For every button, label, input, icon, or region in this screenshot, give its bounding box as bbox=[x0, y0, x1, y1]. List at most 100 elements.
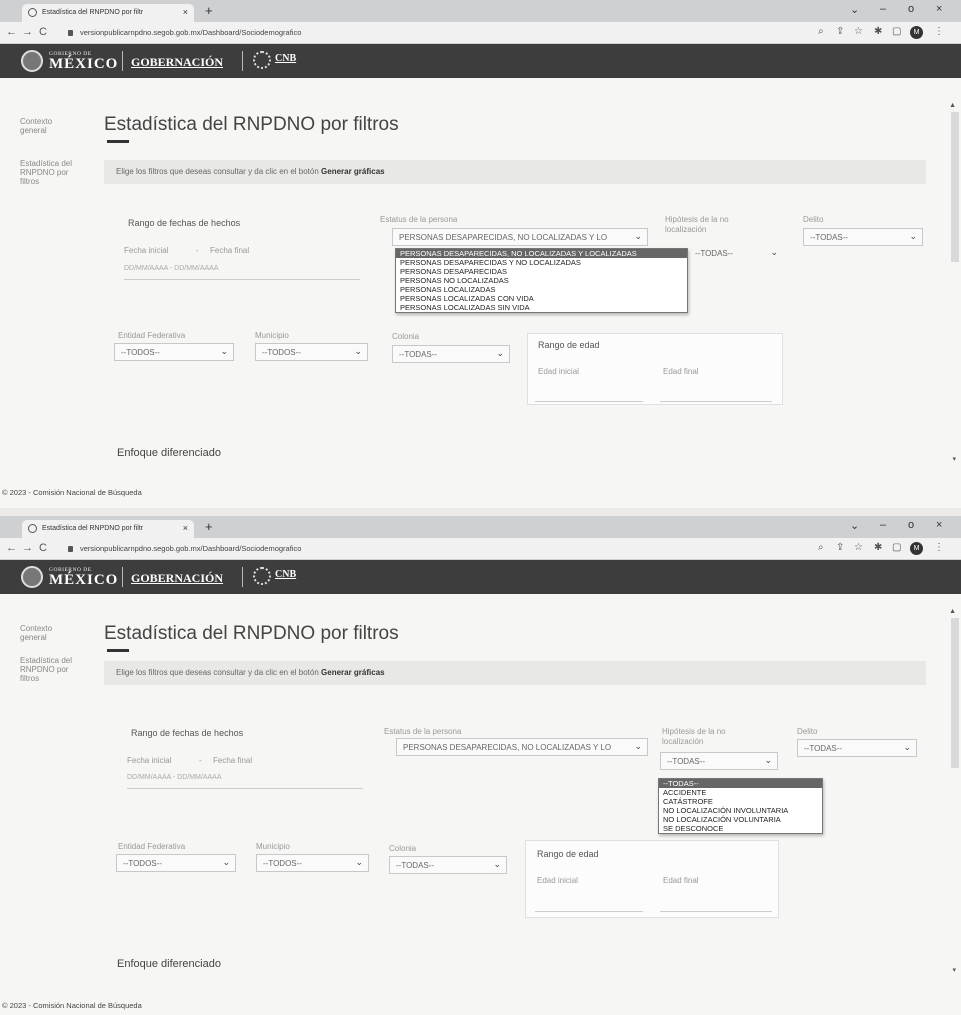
estatus-label: Estatus de la persona bbox=[384, 727, 462, 736]
restore-button[interactable]: o bbox=[908, 3, 914, 15]
sidebar-item-estadistica[interactable]: Estadística del RNPDNO por filtros bbox=[20, 656, 80, 684]
share-icon[interactable]: ⇪ bbox=[836, 26, 844, 37]
mexico-logo[interactable]: MÉXICO bbox=[49, 572, 118, 589]
fecha-separator: - bbox=[196, 246, 199, 255]
edad-inicial-input[interactable] bbox=[535, 382, 643, 402]
colonia-value: --TODAS-- bbox=[396, 861, 435, 870]
hipotesis-option[interactable]: CATÁSTROFE bbox=[659, 797, 822, 806]
estatus-option[interactable]: PERSONAS LOCALIZADAS CON VIDA bbox=[396, 294, 687, 303]
hipotesis-option[interactable]: NO LOCALIZACIÓN VOLUNTARIA bbox=[659, 815, 822, 824]
sidepanel-icon[interactable]: ▢ bbox=[892, 542, 901, 553]
rango-edad-heading: Rango de edad bbox=[538, 340, 600, 350]
scroll-up-icon[interactable]: ▲ bbox=[949, 102, 956, 109]
edad-final-label: Edad final bbox=[663, 876, 699, 885]
new-tab-button[interactable]: + bbox=[205, 3, 213, 18]
url-field[interactable]: versionpublicarnpdno.segob.gob.mx/Dashbo… bbox=[80, 28, 301, 37]
back-icon[interactable]: ← bbox=[6, 26, 17, 38]
estatus-option[interactable]: PERSONAS DESAPARECIDAS Y NO LOCALIZADAS bbox=[396, 258, 687, 267]
edad-final-input[interactable] bbox=[660, 382, 772, 402]
zoom-icon[interactable]: ⌕ bbox=[818, 542, 824, 553]
fecha-range-input[interactable]: DD/MM/AAAA - DD/MM/AAAA bbox=[124, 260, 360, 280]
delito-select[interactable]: --TODAS-- ⌄ bbox=[803, 228, 923, 246]
hipotesis-option[interactable]: --TODAS-- bbox=[659, 779, 822, 788]
municipio-select[interactable]: --TODOS-- ⌄ bbox=[255, 343, 368, 361]
estatus-option[interactable]: PERSONAS DESAPARECIDAS bbox=[396, 267, 687, 276]
edad-final-input[interactable] bbox=[660, 892, 772, 912]
close-icon[interactable]: × bbox=[183, 523, 188, 533]
browser-tab[interactable]: Estadística del RNPDNO por filtr × bbox=[22, 520, 194, 538]
reload-icon[interactable]: C bbox=[39, 26, 47, 38]
browser-tab-bar: Estadística del RNPDNO por filtr × + ⌄ –… bbox=[0, 0, 961, 22]
delito-select[interactable]: --TODAS-- ⌄ bbox=[797, 739, 917, 757]
close-window-button[interactable]: × bbox=[936, 3, 942, 15]
hipotesis-option[interactable]: ACCIDENTE bbox=[659, 788, 822, 797]
hipotesis-select[interactable]: --TODAS-- ⌄ bbox=[660, 752, 778, 770]
scroll-down-icon[interactable]: ▾ bbox=[952, 966, 956, 974]
menu-icon[interactable]: ⋮ bbox=[934, 542, 944, 553]
estatus-select[interactable]: PERSONAS DESAPARECIDAS, NO LOCALIZADAS Y… bbox=[392, 228, 648, 246]
hipotesis-select[interactable]: --TODAS-- ⌄ bbox=[688, 244, 784, 262]
estatus-select[interactable]: PERSONAS DESAPARECIDAS, NO LOCALIZADAS Y… bbox=[396, 738, 648, 756]
sidepanel-icon[interactable]: ▢ bbox=[892, 26, 901, 37]
extensions-icon[interactable]: ✱ bbox=[874, 26, 882, 37]
estatus-option[interactable]: PERSONAS LOCALIZADAS SIN VIDA bbox=[396, 303, 687, 312]
generar-graficas-text: Generar gráficas bbox=[321, 167, 385, 176]
chevron-down-icon: ⌄ bbox=[496, 348, 504, 358]
avatar[interactable]: M bbox=[910, 26, 923, 39]
sidebar-item-estadistica[interactable]: Estadística del RNPDNO por filtros bbox=[20, 159, 80, 187]
restore-button[interactable]: o bbox=[908, 519, 914, 531]
municipio-select[interactable]: --TODOS-- ⌄ bbox=[256, 854, 369, 872]
entidad-select[interactable]: --TODOS-- ⌄ bbox=[114, 343, 234, 361]
sidebar-item-contexto[interactable]: Contexto general bbox=[20, 624, 80, 642]
chevron-down-icon[interactable]: ⌄ bbox=[850, 519, 859, 532]
cnb-link[interactable]: CNB bbox=[275, 569, 296, 580]
screenshot-estatus-dropdown: Estadística del RNPDNO por filtr × + ⌄ –… bbox=[0, 0, 961, 508]
chevron-down-icon[interactable]: ⌄ bbox=[850, 3, 859, 16]
new-tab-button[interactable]: + bbox=[205, 519, 213, 534]
scroll-up-icon[interactable]: ▲ bbox=[949, 608, 956, 615]
scrollbar[interactable] bbox=[951, 112, 959, 262]
minimize-button[interactable]: – bbox=[880, 519, 886, 531]
generar-graficas-text: Generar gráficas bbox=[321, 668, 385, 677]
reload-icon[interactable]: C bbox=[39, 542, 47, 554]
close-window-button[interactable]: × bbox=[936, 519, 942, 531]
forward-icon[interactable]: → bbox=[22, 542, 33, 554]
fecha-separator: - bbox=[199, 756, 202, 765]
avatar[interactable]: M bbox=[910, 542, 923, 555]
menu-icon[interactable]: ⋮ bbox=[934, 26, 944, 37]
estatus-option[interactable]: PERSONAS NO LOCALIZADAS bbox=[396, 276, 687, 285]
zoom-icon[interactable]: ⌕ bbox=[818, 26, 824, 37]
lock-icon bbox=[68, 30, 73, 36]
url-field[interactable]: versionpublicarnpdno.segob.gob.mx/Dashbo… bbox=[80, 544, 301, 553]
back-icon[interactable]: ← bbox=[6, 542, 17, 554]
scrollbar[interactable] bbox=[951, 618, 959, 768]
estatus-option[interactable]: PERSONAS LOCALIZADAS bbox=[396, 285, 687, 294]
fecha-range-input[interactable]: DD/MM/AAAA - DD/MM/AAAA bbox=[127, 769, 363, 789]
gobernacion-link[interactable]: GOBERNACIÓN bbox=[131, 55, 223, 70]
colonia-select[interactable]: --TODAS-- ⌄ bbox=[392, 345, 510, 363]
minimize-button[interactable]: – bbox=[880, 3, 886, 15]
sidebar-item-contexto[interactable]: Contexto general bbox=[20, 117, 80, 135]
page-title: Estadística del RNPDNO por filtros bbox=[104, 623, 399, 644]
share-icon[interactable]: ⇪ bbox=[836, 542, 844, 553]
edad-inicial-input[interactable] bbox=[535, 892, 643, 912]
bookmark-star-icon[interactable]: ☆ bbox=[854, 26, 863, 37]
bookmark-star-icon[interactable]: ☆ bbox=[854, 542, 863, 553]
hipotesis-option[interactable]: SE DESCONOCE bbox=[659, 824, 822, 833]
extensions-icon[interactable]: ✱ bbox=[874, 542, 882, 553]
lock-icon bbox=[68, 546, 73, 552]
browser-tab[interactable]: Estadística del RNPDNO por filtr × bbox=[22, 4, 194, 22]
scroll-down-icon[interactable]: ▾ bbox=[952, 455, 956, 463]
hipotesis-option[interactable]: NO LOCALIZACIÓN INVOLUNTARIA bbox=[659, 806, 822, 815]
close-icon[interactable]: × bbox=[183, 7, 188, 17]
colonia-select[interactable]: --TODAS-- ⌄ bbox=[389, 856, 507, 874]
entidad-select[interactable]: --TODOS-- ⌄ bbox=[116, 854, 236, 872]
cnb-link[interactable]: CNB bbox=[275, 53, 296, 64]
forward-icon[interactable]: → bbox=[22, 26, 33, 38]
mexico-logo[interactable]: MÉXICO bbox=[49, 56, 118, 73]
municipio-value: --TODOS-- bbox=[262, 348, 301, 357]
gobernacion-link[interactable]: GOBERNACIÓN bbox=[131, 571, 223, 586]
divider bbox=[242, 567, 243, 587]
estatus-option[interactable]: PERSONAS DESAPARECIDAS, NO LOCALIZADAS Y… bbox=[396, 249, 687, 258]
divider bbox=[242, 51, 243, 71]
